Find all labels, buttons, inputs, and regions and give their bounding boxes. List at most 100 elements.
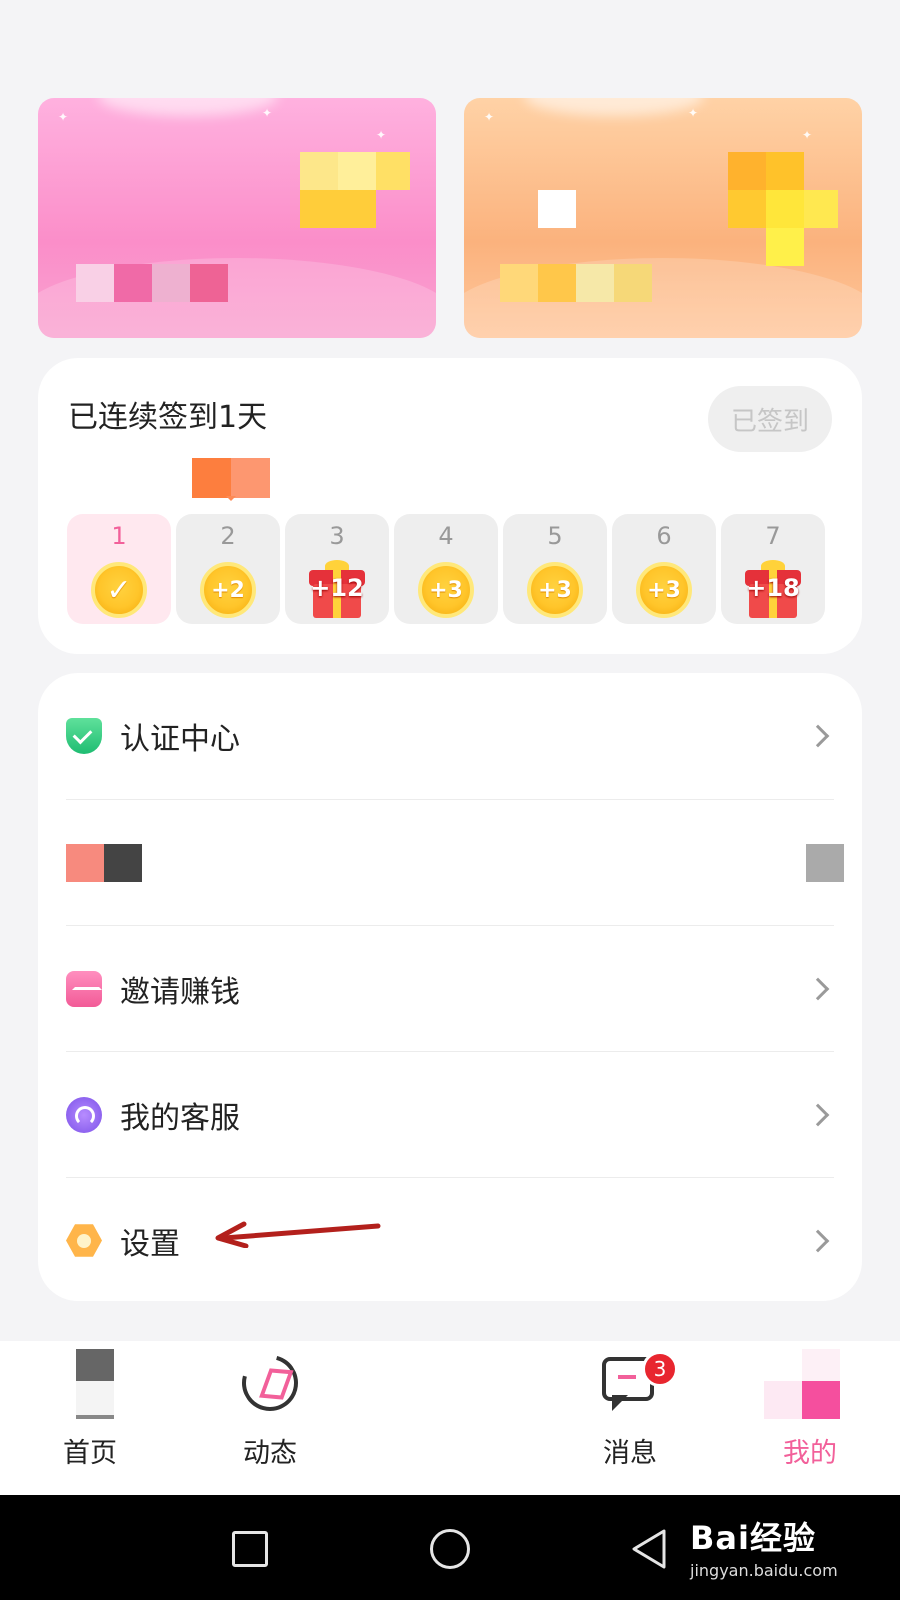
chevron-right-icon (806, 977, 830, 1000)
sparkle-icon: ✦ (58, 110, 69, 124)
pixelated-icon (66, 843, 104, 882)
checkin-day[interactable]: 3 +12 (285, 514, 389, 624)
chevron-right-icon (806, 724, 830, 748)
day-number: 4 (438, 522, 454, 550)
pixelated-text (614, 264, 652, 302)
compass-icon (231, 1344, 309, 1422)
checkin-card: 已连续签到1天 已签到 1 ✓ 2 +2 3 +12 4 +3 5 +3 6 +… (38, 358, 862, 654)
menu-item-customer-service[interactable]: 我的客服 (66, 1051, 834, 1177)
menu-item-invite-earn[interactable]: 邀请赚钱 (66, 925, 834, 1051)
checkin-day[interactable]: 2 +2 (176, 514, 280, 624)
pixelated-graphic (804, 190, 838, 228)
pixelated-text (190, 264, 228, 302)
chevron-right-icon (806, 1229, 830, 1252)
checkin-streak-title: 已连续签到1天 (68, 400, 268, 435)
day-number: 1 (111, 522, 127, 550)
gear-hexagon-icon (66, 1224, 102, 1257)
day-number: 3 (329, 522, 345, 550)
back-triangle-icon[interactable] (628, 1527, 668, 1571)
system-nav-bar: Bai经验 jingyan.baidu.com (0, 1495, 900, 1600)
pixelated-text (576, 264, 614, 302)
day-number: 7 (765, 522, 781, 550)
sparkle-icon: ✦ (802, 128, 813, 142)
menu-item-redacted[interactable] (66, 799, 844, 925)
home-circle-icon[interactable] (430, 1529, 470, 1569)
day-number: 5 (547, 522, 563, 550)
coin-icon: +2 (200, 562, 256, 618)
bottom-tab-bar: 首页 动态 3 消息 我的 (0, 1341, 900, 1495)
pixelated-graphic (338, 152, 376, 190)
tab-moments[interactable]: 动态 (200, 1341, 340, 1495)
menu-item-verification-center[interactable]: 认证中心 (66, 673, 834, 799)
sparkle-icon: ✦ (688, 106, 699, 120)
pixelated-icon (802, 1349, 840, 1381)
pixelated-icon (802, 1381, 840, 1419)
checkin-day[interactable]: 7 +18 (721, 514, 825, 624)
promo-card-pink[interactable]: ✦ ✦ ✦ (38, 98, 436, 338)
headset-icon (66, 1096, 102, 1133)
coin-icon: +3 (636, 562, 692, 618)
checkin-day[interactable]: 5 +3 (503, 514, 607, 624)
pixelated-value (806, 844, 844, 882)
pixelated-icon (76, 1381, 114, 1419)
card-glow (524, 98, 704, 116)
pixelated-graphic (376, 152, 410, 190)
tab-label: 我的 (783, 1438, 837, 1469)
sparkle-icon: ✦ (376, 128, 387, 142)
tab-home[interactable]: 首页 (20, 1341, 160, 1495)
checked-in-button[interactable]: 已签到 (708, 386, 832, 452)
tab-label: 动态 (243, 1438, 297, 1469)
checkin-day[interactable]: 1 ✓ (67, 514, 171, 624)
menu-item-label: 邀请赚钱 (120, 974, 240, 1010)
gift-reward: +12 (310, 574, 364, 602)
pixelated-graphic (538, 190, 576, 228)
pixelated-label (104, 843, 142, 882)
tab-label: 首页 (63, 1438, 117, 1469)
watermark-brand: Bai经验 (690, 1519, 816, 1557)
pixelated-text (76, 264, 114, 302)
sparkle-icon: ✦ (262, 106, 273, 120)
card-glow (98, 98, 278, 116)
shield-check-icon (66, 718, 102, 754)
pixelated-icon (764, 1381, 802, 1419)
promo-card-orange[interactable]: ✦ ✦ ✦ (464, 98, 862, 338)
menu-item-label: 设置 (120, 1226, 180, 1262)
watermark: Bai经验 jingyan.baidu.com (690, 1513, 838, 1580)
pixelated-graphic (728, 152, 766, 190)
coin-icon: +3 (418, 562, 474, 618)
pixelated-icon (76, 1349, 114, 1381)
watermark-url: jingyan.baidu.com (690, 1561, 838, 1580)
day-number: 2 (220, 522, 236, 550)
gift-box-icon: +18 (743, 560, 803, 620)
pixelated-tooltip (192, 458, 270, 501)
coin-icon: +3 (527, 562, 583, 618)
pixelated-text (114, 264, 152, 302)
pixelated-graphic (766, 190, 804, 228)
pixelated-graphic (766, 152, 804, 190)
check-coin-icon: ✓ (91, 562, 147, 618)
unread-badge: 3 (642, 1351, 678, 1387)
day-number: 6 (656, 522, 672, 550)
pixelated-text (500, 264, 538, 302)
pixelated-graphic (300, 152, 338, 190)
checkin-day[interactable]: 4 +3 (394, 514, 498, 624)
pixelated-text (152, 264, 190, 302)
pixelated-text (538, 264, 576, 302)
sparkle-icon: ✦ (484, 110, 495, 124)
gift-reward: +18 (746, 574, 800, 602)
checkin-days: 1 ✓ 2 +2 3 +12 4 +3 5 +3 6 +3 7 +18 (67, 514, 825, 624)
checkin-day[interactable]: 6 +3 (612, 514, 716, 624)
tab-mine[interactable]: 我的 (740, 1341, 880, 1495)
menu-item-label: 认证中心 (120, 722, 240, 757)
tab-label: 消息 (603, 1438, 657, 1469)
gift-box-icon: +12 (307, 560, 367, 620)
menu-card: 认证中心 邀请赚钱 我的客服 设置 (38, 673, 862, 1301)
chevron-right-icon (806, 1103, 830, 1126)
menu-item-settings[interactable]: 设置 (66, 1177, 834, 1303)
envelope-icon (66, 970, 102, 1007)
pixelated-graphic (728, 190, 766, 228)
menu-item-label: 我的客服 (120, 1100, 240, 1136)
tab-messages[interactable]: 3 消息 (560, 1341, 700, 1495)
pixelated-graphic (766, 228, 804, 266)
recent-apps-icon[interactable] (232, 1531, 268, 1567)
